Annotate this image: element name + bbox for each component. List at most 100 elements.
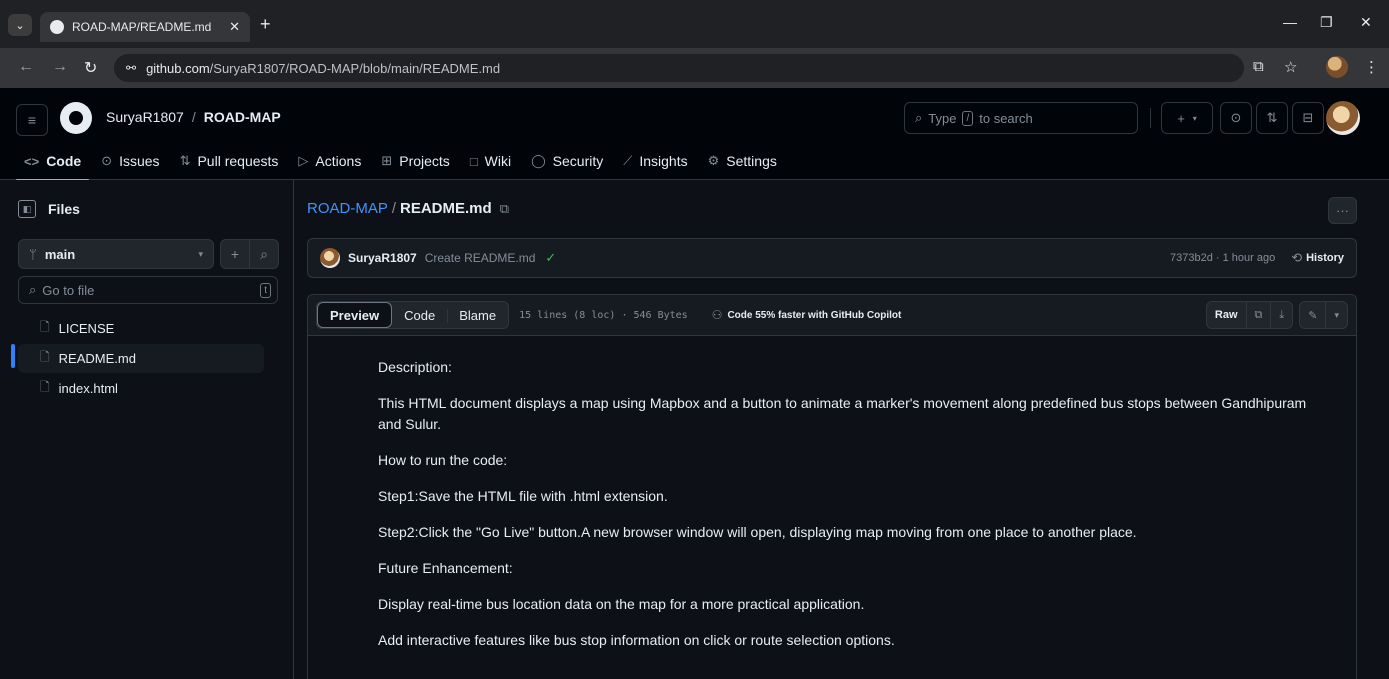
github-favicon-icon	[50, 20, 64, 34]
tab-pull-requests[interactable]: ⇅ Pull requests	[172, 146, 287, 176]
commit-message[interactable]: Create README.md	[425, 251, 536, 265]
sidebar-collapse-icon[interactable]: ◧	[18, 200, 36, 218]
pull-requests-button[interactable]: ⇅	[1256, 102, 1288, 134]
hamburger-menu-icon[interactable]: ≡	[16, 104, 48, 136]
browser-menu-icon[interactable]: ⋮	[1364, 58, 1379, 76]
commit-author-avatar[interactable]	[320, 248, 340, 268]
tab-blame[interactable]: Blame	[447, 302, 508, 328]
file-icon: 🗋	[40, 380, 50, 394]
repo-tab-label: Actions	[315, 153, 362, 169]
breadcrumb-repo-link[interactable]: ROAD-MAP	[307, 200, 388, 217]
branch-selector[interactable]: ᛘ main ▾	[18, 239, 214, 269]
file-toolbar: Preview Code Blame 15 lines (8 loc) · 54…	[308, 295, 1356, 336]
repo-link[interactable]: ROAD-MAP	[204, 109, 281, 125]
browser-profile-avatar[interactable]	[1326, 56, 1348, 78]
triangle-down-icon[interactable]: ▾	[1325, 302, 1347, 328]
file-view: ROAD-MAP / README.md ⧉ ··· SuryaR1807 Cr…	[307, 180, 1357, 679]
file-item[interactable]: 🗋 README.md	[18, 344, 264, 373]
file-item[interactable]: 🗋 LICENSE	[18, 314, 264, 343]
tab-search-button[interactable]: ⌄	[8, 14, 32, 36]
gear-icon: ⚙	[707, 153, 720, 168]
search-files-button[interactable]: ⌕	[249, 239, 279, 269]
history-button[interactable]: ⟲ History	[1291, 250, 1344, 266]
history-icon: ⟲	[1291, 250, 1303, 265]
search-icon: ⌕	[260, 245, 268, 262]
download-icon[interactable]: ⤓	[1270, 302, 1292, 328]
tab-insights[interactable]: ⟋ Insights	[615, 146, 695, 176]
tab-code[interactable]: <> Code	[16, 146, 90, 181]
kebab-horizontal-icon: ···	[1336, 203, 1349, 218]
minimize-icon[interactable]: —	[1283, 14, 1297, 30]
add-file-button[interactable]: +	[220, 239, 250, 269]
file-list: 🗋 LICENSE 🗋 README.md 🗋 index.html	[18, 314, 264, 404]
commit-author[interactable]: SuryaR1807	[348, 251, 417, 265]
copilot-label: Code 55% faster with GitHub Copilot	[727, 309, 902, 321]
repo-tab-label: Pull requests	[197, 153, 279, 169]
go-to-file-input[interactable]: ⌕ Go to file t	[18, 276, 278, 304]
owner-link[interactable]: SuryaR1807	[106, 109, 184, 125]
copy-raw-icon[interactable]: ⧉	[1245, 302, 1271, 328]
search-input[interactable]: ⌕ Type / to search	[904, 102, 1138, 134]
repo-tab-label: Code	[46, 153, 82, 169]
browser-tab[interactable]: ROAD-MAP/README.md at ma ✕	[40, 12, 250, 42]
tab-security[interactable]: ◯ Security	[523, 146, 611, 176]
readme-paragraph: Add interactive features like bus stop i…	[378, 632, 895, 648]
cast-icon[interactable]: ⧉	[1253, 58, 1264, 75]
search-icon: ⌕	[915, 110, 923, 125]
tab-issues[interactable]: ⊙ Issues	[93, 146, 167, 176]
files-title: Files	[48, 201, 80, 217]
new-tab-button[interactable]: +	[260, 15, 271, 33]
more-options-button[interactable]: ···	[1328, 197, 1357, 224]
restore-icon[interactable]: ❐	[1320, 14, 1333, 31]
graph-icon: ⟋	[623, 153, 633, 168]
browser-tab-bar: ⌄ ROAD-MAP/README.md at ma ✕ + — ❐ ✕	[0, 0, 1389, 48]
git-branch-icon: ᛘ	[29, 246, 37, 262]
user-avatar[interactable]	[1326, 101, 1360, 135]
bookmark-star-icon[interactable]: ☆	[1284, 58, 1297, 76]
site-settings-icon[interactable]: ⚯	[126, 61, 136, 75]
forward-icon[interactable]: →	[52, 58, 68, 76]
edit-actions-group: ✎ ▾	[1299, 301, 1348, 329]
raw-actions-group: Raw ⧉ ⤓	[1205, 301, 1294, 329]
tab-close-icon[interactable]: ✕	[229, 19, 240, 35]
close-window-icon[interactable]: ✕	[1360, 14, 1372, 31]
active-file-marker	[11, 344, 15, 368]
commit-meta[interactable]: 7373b2d · 1 hour ago	[1170, 252, 1275, 264]
readme-paragraph: This HTML document displays a map using …	[378, 395, 1307, 432]
file-box: Preview Code Blame 15 lines (8 loc) · 54…	[307, 294, 1357, 679]
readme-paragraph: Future Enhancement:	[378, 560, 513, 576]
tab-settings[interactable]: ⚙ Settings	[700, 146, 785, 176]
file-name: index.html	[58, 381, 118, 396]
url-field[interactable]: ⚯ github.com/SuryaR1807/ROAD-MAP/blob/ma…	[114, 54, 1244, 82]
file-stats: 15 lines (8 loc) · 546 Bytes	[519, 309, 688, 321]
github-header: ≡ SuryaR1807 / ROAD-MAP ⌕ Type / to search…	[0, 88, 1389, 181]
book-icon: □	[469, 153, 478, 169]
back-icon[interactable]: ←	[18, 58, 34, 76]
create-new-button[interactable]: + ▾	[1161, 102, 1213, 134]
file-actions: Raw ⧉ ⤓ ✎ ▾	[1205, 301, 1348, 329]
check-icon[interactable]: ✓	[545, 250, 556, 266]
search-shortcut-key: /	[962, 110, 974, 126]
inbox-button[interactable]: ⊟	[1292, 102, 1324, 134]
issues-button[interactable]: ⊙	[1220, 102, 1252, 134]
readme-paragraph: How to run the code:	[378, 452, 508, 468]
triangle-down-icon: ▾	[1192, 113, 1197, 123]
github-logo-icon[interactable]	[60, 102, 92, 134]
copy-path-icon[interactable]: ⧉	[500, 201, 509, 217]
copilot-promo[interactable]: ⚇ Code 55% faster with GitHub Copilot	[712, 308, 902, 322]
tab-projects[interactable]: ⊞ Projects	[373, 146, 457, 176]
issue-icon: ⊙	[101, 153, 113, 168]
reload-icon[interactable]: ↻	[84, 58, 97, 78]
tab-code[interactable]: Code	[392, 302, 447, 328]
tab-preview[interactable]: Preview	[317, 302, 393, 328]
tab-actions[interactable]: ▷ Actions	[290, 146, 369, 176]
pencil-icon[interactable]: ✎	[1300, 302, 1325, 328]
triangle-down-icon: ▾	[198, 248, 203, 259]
file-item[interactable]: 🗋 index.html	[18, 374, 264, 403]
raw-button[interactable]: Raw	[1207, 302, 1246, 328]
tab-wiki[interactable]: □ Wiki	[462, 146, 519, 176]
file-icon: 🗋	[40, 320, 50, 334]
repo-tab-label: Wiki	[484, 153, 512, 169]
readme-paragraph: Description:	[378, 359, 452, 375]
repo-tab-label: Insights	[639, 153, 688, 169]
